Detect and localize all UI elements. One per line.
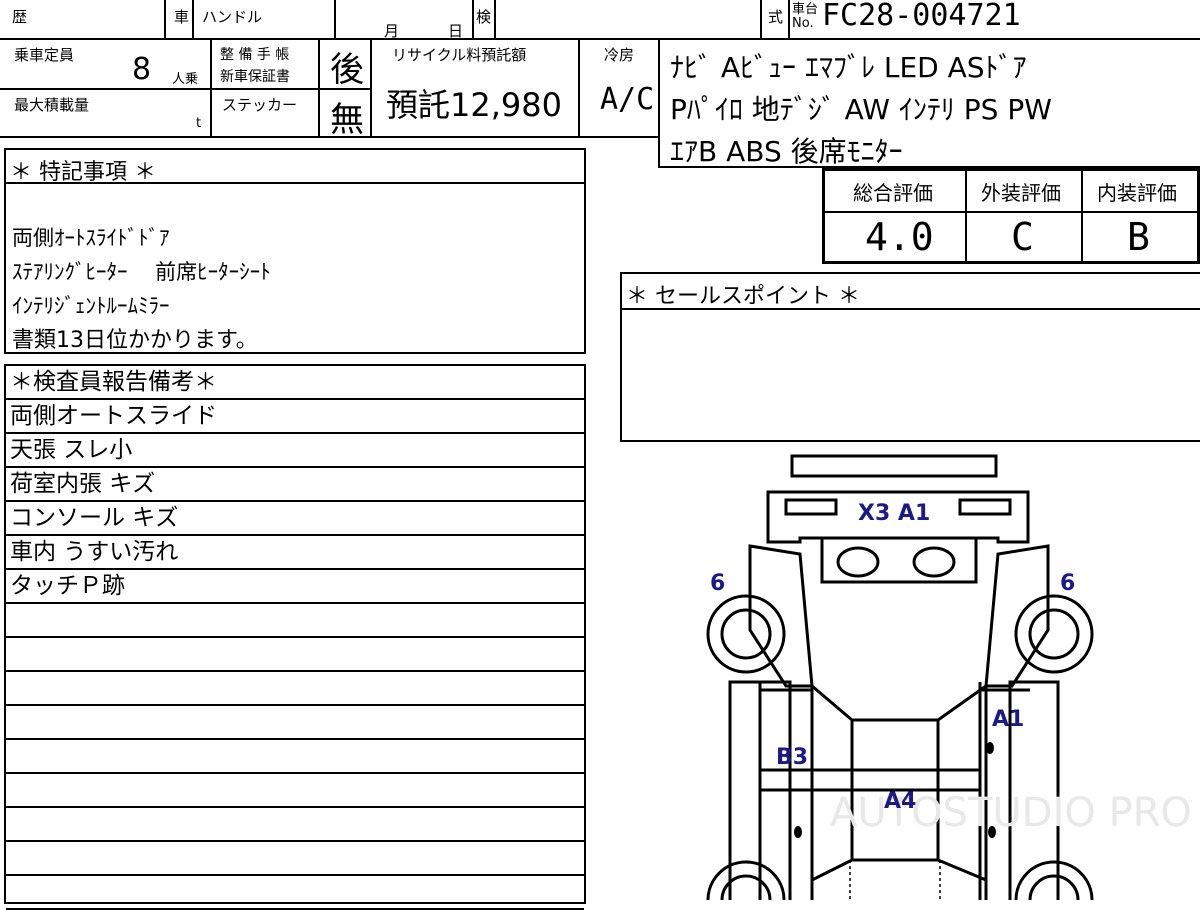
equipment-line-1: ﾅﾋﾞ Aﾋﾞｭｰ ｴﾏﾌﾞﾚ LED ASﾄﾞｱ	[670, 51, 1027, 84]
total-score-label: 総合評価	[853, 181, 933, 205]
special-note-line: 両側ｵｰﾄｽﾗｲﾄﾞﾄﾞｱ	[12, 226, 170, 250]
table-row: 車内 うすい汚れ	[6, 536, 584, 570]
exterior-score-value: C	[1011, 215, 1034, 259]
front-grille-left	[784, 498, 838, 516]
damage-mark-right-front-panel: A1	[992, 707, 1024, 732]
aircon-value: A/C	[600, 82, 655, 117]
headlight-right	[912, 546, 956, 578]
maintenance-label-2: 新車保証書	[220, 69, 290, 85]
score-box: 総合評価 外装評価 内装評価 4.0 C B	[822, 168, 1200, 264]
special-note-line: ｽﾃｱﾘﾝｸﾞﾋｰﾀｰ 前席ﾋｰﾀｰｼｰﾄ	[12, 260, 271, 284]
ken-label: 検	[476, 8, 492, 26]
table-row-text: タッチＰ跡	[10, 573, 125, 599]
recycle-value: 預託12,980	[386, 86, 562, 124]
handle-label: ハンドル	[202, 8, 263, 26]
damage-mark-left-tire: 6	[710, 571, 725, 596]
capacity-unit: 人乗	[172, 72, 199, 87]
chassis-label-top: 車台	[792, 2, 819, 17]
chassis-number: FC28-004721	[822, 0, 1021, 33]
exterior-score-label: 外装評価	[981, 181, 1061, 205]
table-row	[6, 876, 584, 910]
maintenance-value: 後	[330, 50, 364, 90]
table-row	[6, 638, 584, 672]
headlight-left	[836, 546, 880, 578]
sales-point-box: ＊ セールスポイント ＊	[620, 272, 1200, 442]
inspector-title-text: ＊検査員報告備考＊	[10, 369, 217, 395]
left-rear-tire	[706, 860, 786, 900]
capacity-label: 乗車定員	[14, 46, 75, 64]
sticker-value: 無	[330, 100, 364, 140]
special-note-line: ｲﾝﾃﾘｼﾞｪﾝﾄﾙｰﾑﾐﾗｰ	[12, 294, 170, 318]
aircon-label: 冷房	[604, 46, 635, 64]
table-row	[6, 842, 584, 876]
damage-mark-right-tire: 6	[1060, 571, 1075, 596]
inspector-box: ＊検査員報告備考＊ 両側オートスライド 天張 スレ小 荷室内張 キズ コンソール…	[4, 364, 586, 910]
recycle-label: リサイクル料預託額	[392, 46, 527, 64]
table-row	[6, 808, 584, 842]
table-row-text: 車内 うすい汚れ	[10, 539, 179, 565]
table-row-text: 天張 スレ小	[10, 437, 133, 463]
sha-label: 車	[174, 8, 190, 26]
damage-mark-roof: A4	[884, 789, 916, 814]
chassis-label-bottom: No.	[792, 16, 814, 31]
equipment-line-3: ｴｱB ABS 後席ﾓﾆﾀｰ	[670, 135, 903, 168]
car-damage-diagram: AUTOSTUDIO PRO X3 A1 6 6 A1 B3 A4	[706, 454, 1192, 900]
equipment-line-2: Pﾊﾟｲﾛ 地ﾃﾞｼﾞ AW ｲﾝﾃﾘ PS PW	[670, 93, 1052, 126]
sales-point-title: ＊ セールスポイント ＊	[626, 284, 860, 309]
special-notes-box: ＊ 特記事項 ＊ 両側ｵｰﾄｽﾗｲﾄﾞﾄﾞｱ ｽﾃｱﾘﾝｸﾞﾋｰﾀｰ 前席ﾋｰﾀ…	[4, 148, 586, 354]
shiki-label: 式	[768, 8, 784, 26]
interior-score-label: 内装評価	[1097, 181, 1177, 205]
table-row: 両側オートスライド	[6, 400, 584, 434]
pillar-lines	[811, 684, 987, 882]
front-grille-right	[958, 498, 1012, 516]
table-row-text: 両側オートスライド	[10, 403, 217, 429]
total-score-value: 4.0	[865, 215, 934, 259]
table-row: コンソール キズ	[6, 502, 584, 536]
equipment-box: ﾅﾋﾞ Aﾋﾞｭｰ ｴﾏﾌﾞﾚ LED ASﾄﾞｱ Pﾊﾟｲﾛ 地ﾃﾞｼﾞ AW…	[658, 38, 1200, 168]
table-row	[6, 706, 584, 740]
max-load-unit: t	[196, 116, 202, 131]
damage-mark-front-glass: X3 A1	[858, 501, 930, 526]
inspector-title: ＊検査員報告備考＊	[6, 366, 584, 400]
capacity-value: 8	[132, 52, 152, 87]
sticker-label: ステッカー	[222, 96, 298, 114]
table-row-text: コンソール キズ	[10, 505, 179, 531]
left-front-tire	[706, 594, 786, 674]
interior-score-value: B	[1127, 215, 1150, 259]
front-bumper	[790, 454, 998, 478]
max-load-label: 最大積載量	[14, 96, 90, 114]
table-row	[6, 604, 584, 638]
right-front-tire	[1014, 594, 1094, 674]
table-row: 荷室内張 キズ	[6, 468, 584, 502]
table-row-text: 荷室内張 キズ	[10, 471, 156, 497]
table-row	[6, 740, 584, 774]
table-row: タッチＰ跡	[6, 570, 584, 604]
table-row: 天張 スレ小	[6, 434, 584, 468]
special-note-line: 書類13日位かかります。	[12, 328, 258, 353]
table-row	[6, 774, 584, 808]
damage-mark-left-middle: B3	[776, 745, 808, 770]
table-row	[6, 672, 584, 706]
reki-label: 歴	[12, 8, 28, 26]
right-rear-tire	[1014, 860, 1094, 900]
maintenance-label-1: 整 備 手 帳	[220, 47, 290, 63]
specs-block: 乗車定員 8 人乗 最大積載量 t 整 備 手 帳 新車保証書 ステッカー 後 …	[0, 38, 660, 140]
